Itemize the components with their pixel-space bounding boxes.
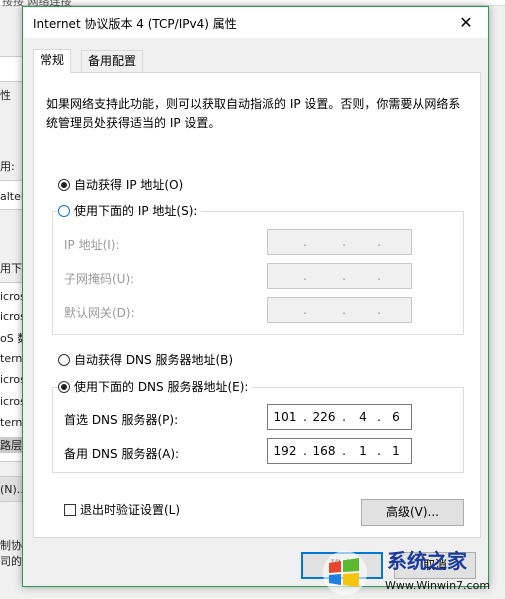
ipv4-properties-dialog: Internet 协议版本 4 (TCP/IPv4) 属性 ✕ 常规 备用配置 … [22,6,489,587]
close-icon: ✕ [459,13,473,32]
radio-manual-ip-label: 使用下面的 IP 地址(S): [74,204,198,218]
background-text: 用: [0,160,15,173]
background-list-item: oS 数 [0,332,24,345]
background-button: (N)... [0,476,24,502]
background-list-item: icros [0,395,24,408]
tab-alternate-config[interactable]: 备用配置 [81,50,144,72]
validate-on-exit-label: 退出时验证设置(L) [80,503,181,517]
background-list-item: terne [0,352,24,365]
subnet-mask-label: 子网掩码(U): [64,272,135,286]
background-list-item: terne [0,416,24,429]
radio-auto-dns-indicator [58,354,70,366]
preferred-dns-input[interactable]: 101. 226. 4. 6 [267,404,412,430]
description-text: 如果网络支持此功能，则可以获取自动指派的 IP 设置。否则，你需要从网络系统管理… [46,97,461,130]
watermark-brand: 系统之家 [387,549,467,573]
radio-auto-ip[interactable]: 自动获得 IP 地址(O) [58,177,183,193]
background-list-item: 路层 [0,437,24,453]
tab-general[interactable]: 常规 [33,49,72,73]
close-button[interactable]: ✕ [444,7,488,38]
radio-auto-dns-label: 自动获得 DNS 服务器地址(B) [74,353,234,367]
background-text: 性 [0,89,11,102]
radio-manual-dns[interactable]: 使用下面的 DNS 服务器地址(E): [58,379,253,395]
general-tab-page: 如果网络支持此功能，则可以获取自动指派的 IP 设置。否则，你需要从网络系统管理… [33,72,481,538]
default-gateway-input[interactable]: . . . [267,297,412,323]
radio-manual-dns-indicator [58,381,70,393]
watermark-url: Www.Winwin7.com [385,579,491,592]
radio-auto-ip-label: 自动获得 IP 地址(O) [74,178,184,192]
background-list-item: icros [0,310,24,323]
radio-manual-ip[interactable]: 使用下面的 IP 地址(S): [58,203,202,219]
validate-on-exit-checkbox[interactable]: 退出时验证设置(L) [64,501,180,518]
preferred-dns-label: 首选 DNS 服务器(P): [64,413,179,427]
radio-auto-dns[interactable]: 自动获得 DNS 服务器地址(B) [58,352,233,368]
ip-address-label: IP 地址(I): [64,238,120,252]
advanced-button[interactable]: 高级(V)... [361,499,464,526]
default-gateway-label: 默认网关(D): [64,306,135,320]
background-text: 司的 [0,555,22,568]
dialog-title: Internet 协议版本 4 (TCP/IPv4) 属性 [33,17,237,31]
site-watermark: 系统之家 Www.Winwin7.com [315,541,505,599]
radio-auto-ip-indicator [58,179,70,191]
background-text: 制协 [0,539,22,552]
background-field [0,56,24,82]
validate-on-exit-box [64,504,76,516]
alternate-dns-label: 备用 DNS 服务器(A): [64,447,180,461]
radio-manual-ip-indicator [58,205,70,217]
background-list-item: icros [0,290,24,303]
ip-address-input[interactable]: . . . [267,229,412,255]
background-list-item: icros [0,373,24,386]
alternate-dns-input[interactable]: 192. 168. 1. 1 [267,438,412,464]
background-text: altek [0,190,24,203]
windows-logo-icon [323,551,367,595]
subnet-mask-input[interactable]: . . . [267,263,412,289]
background-text: 用下列 [0,262,24,275]
radio-manual-dns-label: 使用下面的 DNS 服务器地址(E): [74,380,249,394]
background-list [0,282,24,462]
dialog-titlebar: Internet 协议版本 4 (TCP/IPv4) 属性 ✕ [23,7,488,38]
